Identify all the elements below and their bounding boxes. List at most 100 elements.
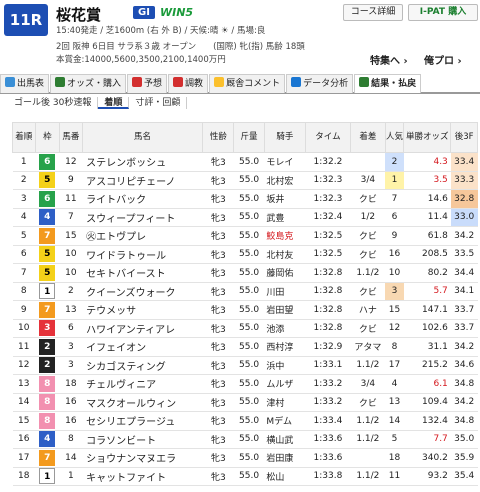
jockey-link[interactable]: 川田: [264, 282, 306, 301]
table-row[interactable]: 13 8 18 チェルヴィニア 牝3 55.0 ムルザ 1:33.2 3/4 4 6.1 34.8: [12, 374, 478, 394]
odds-cell: 102.6: [403, 319, 451, 338]
table-row[interactable]: 1 6 12 ステレンボッシュ 牝3 55.0 モレイ 1:32.2 2 4.3 33.4: [12, 152, 478, 172]
jockey-link[interactable]: 岩田望: [264, 300, 306, 320]
horse-name-link[interactable]: コラソンビート: [82, 430, 203, 449]
tab-prediction[interactable]: 予想: [127, 74, 168, 93]
horse-name-link[interactable]: ショウナンマヌエラ: [82, 448, 203, 468]
jockey-link[interactable]: Mデム: [264, 411, 306, 431]
weight-cell: 55.0: [233, 189, 265, 209]
table-row[interactable]: 7 5 10 セキトバイースト 牝3 55.0 藤岡佑 1:32.8 1.1/2 10 80.2 34…: [12, 263, 478, 283]
jockey-link[interactable]: 武豊: [264, 208, 306, 227]
table-row[interactable]: 11 2 3 イフェイオン 牝3 55.0 西村淳 1:32.9 アタマ 8 31.1 34.2: [12, 337, 478, 357]
time-cell: 1:33.1: [305, 356, 351, 375]
sex-age-cell: 牝3: [202, 171, 234, 190]
jockey-link[interactable]: 津村: [264, 393, 306, 412]
jockey-link[interactable]: ムルザ: [264, 374, 306, 394]
sex-age-cell: 牝3: [202, 208, 234, 227]
table-row[interactable]: 5 7 15 ㊋エトヴプレ 牝3 55.0 鮫島克 1:32.5 クビ 9 61.8 34.2: [12, 226, 478, 246]
horse-name-link[interactable]: シカゴスティング: [82, 356, 203, 375]
popularity-cell: 9: [385, 226, 404, 246]
column-header: 騎手: [263, 122, 306, 153]
jockey-link[interactable]: 藤岡佑: [264, 263, 306, 283]
course-detail-button[interactable]: コース詳細: [343, 4, 403, 21]
weight-cell: 55.0: [233, 356, 265, 375]
horse-name-link[interactable]: マスクオールウィン: [82, 393, 203, 412]
horse-name-link[interactable]: キャットファイト: [82, 467, 203, 486]
jockey-link[interactable]: 岩田康: [264, 448, 306, 468]
jockey-link[interactable]: 松山: [264, 467, 306, 486]
my-pro-link[interactable]: 俺プロ ›: [424, 52, 462, 67]
horse-name-link[interactable]: ワイドラトゥール: [82, 245, 203, 264]
table-row[interactable]: 10 3 6 ハワイアンティアレ 牝3 55.0 池添 1:32.8 クビ 12 102.6 33.7: [12, 319, 478, 338]
jockey-link[interactable]: 池添: [264, 319, 306, 338]
tab-result[interactable]: 結果・払戻: [354, 74, 422, 93]
odds-cell: 6.1: [403, 374, 451, 394]
horse-name-link[interactable]: チェルヴィニア: [82, 374, 203, 394]
table-row[interactable]: 8 1 2 クイーンズウォーク 牝3 55.0 川田 1:32.8 クビ 3 5.7 34.1: [12, 282, 478, 301]
ipat-purchase-button[interactable]: I-PAT 購入: [408, 4, 478, 21]
jockey-link[interactable]: モレイ: [264, 152, 306, 172]
sex-age-cell: 牝3: [202, 337, 234, 357]
last3f-cell: 34.6: [450, 356, 478, 375]
horse-name-link[interactable]: ハワイアンティアレ: [82, 319, 203, 338]
waku-badge: 5: [39, 172, 56, 189]
tab-label: オッズ・購入: [67, 79, 122, 89]
jockey-link[interactable]: 鮫島克: [264, 226, 306, 246]
table-row[interactable]: 18 1 1 キャットファイト 牝3 55.0 松山 1:33.8 1.1/2 11 93.2 35.…: [12, 467, 478, 486]
subtab-2[interactable]: 寸評・回顧: [129, 97, 188, 109]
table-row[interactable]: 9 7 13 テウメッサ 牝3 55.0 岩田望 1:32.8 ハナ 15 147.1 33.7: [12, 300, 478, 320]
horse-name-link[interactable]: セシリエプラージュ: [82, 411, 203, 431]
subtab-1[interactable]: 着順: [98, 97, 130, 109]
horse-name-link[interactable]: ステレンボッシュ: [82, 152, 203, 172]
table-row[interactable]: 14 8 16 マスクオールウィン 牝3 55.0 津村 1:33.2 クビ 13 109.4 34.…: [12, 393, 478, 412]
weight-cell: 55.0: [233, 226, 265, 246]
rank-cell: 9: [12, 300, 36, 320]
rank-cell: 16: [12, 430, 36, 449]
horse-name-link[interactable]: セキトバイースト: [82, 263, 203, 283]
tab-comment[interactable]: 厩舎コメント: [209, 74, 286, 93]
tab-chart[interactable]: データ分析: [286, 74, 354, 93]
jockey-link[interactable]: 北村友: [264, 245, 306, 264]
horse-number-cell: 1: [59, 467, 83, 486]
table-row[interactable]: 15 8 16 セシリエプラージュ 牝3 55.0 Mデム 1:33.4 1.1/2 14 132.…: [12, 411, 478, 431]
time-cell: 1:32.8: [305, 282, 351, 301]
sex-age-cell: 牝3: [202, 319, 234, 338]
column-header: 後3F: [450, 122, 478, 153]
table-row[interactable]: 17 7 14 ショウナンマヌエラ 牝3 55.0 岩田康 1:33.6 18 340.2 35.9: [12, 448, 478, 468]
tab-horse[interactable]: 出馬表: [0, 74, 50, 93]
odds-cell: 132.4: [403, 411, 451, 431]
subtab-0[interactable]: ゴール後 30秒速報: [8, 97, 99, 109]
table-row[interactable]: 2 5 9 アスコリピチェーノ 牝3 55.0 北村宏 1:32.3 3/4 1 3.5 33.3: [12, 171, 478, 190]
table-row[interactable]: 4 4 7 スウィープフィート 牝3 55.0 武豊 1:32.4 1/2 6 11.4 33.0: [12, 208, 478, 227]
horse-name-link[interactable]: テウメッサ: [82, 300, 203, 320]
jockey-link[interactable]: 浜中: [264, 356, 306, 375]
jockey-link[interactable]: 西村淳: [264, 337, 306, 357]
horse-name-link[interactable]: イフェイオン: [82, 337, 203, 357]
horse-number-cell: 15: [59, 226, 83, 246]
horse-name-link[interactable]: アスコリピチェーノ: [82, 171, 203, 190]
time-cell: 1:32.2: [305, 152, 351, 172]
waku-badge: 8: [39, 394, 56, 411]
jockey-link[interactable]: 北村宏: [264, 171, 306, 190]
rank-cell: 12: [12, 356, 36, 375]
popularity-cell: 10: [385, 263, 404, 283]
tab-training[interactable]: 調教: [168, 74, 209, 93]
feature-link[interactable]: 特集へ ›: [370, 52, 408, 67]
jockey-link[interactable]: 坂井: [264, 189, 306, 209]
horse-name-link[interactable]: クイーンズウォーク: [82, 282, 203, 301]
horse-name-link[interactable]: スウィープフィート: [82, 208, 203, 227]
weight-cell: 55.0: [233, 430, 265, 449]
table-row[interactable]: 3 6 11 ライトバック 牝3 55.0 坂井 1:32.3 クビ 7 14.6 32.8: [12, 189, 478, 209]
sex-age-cell: 牝3: [202, 374, 234, 394]
table-row[interactable]: 12 2 3 シカゴスティング 牝3 55.0 浜中 1:33.1 1.1/2 17 215.2 34…: [12, 356, 478, 375]
horse-name-link[interactable]: ライトバック: [82, 189, 203, 209]
table-row[interactable]: 16 4 8 コラソンビート 牝3 55.0 横山武 1:33.6 1.1/2 5 7.7 35.0: [12, 430, 478, 449]
jockey-link[interactable]: 横山武: [264, 430, 306, 449]
last3f-cell: 35.4: [450, 467, 478, 486]
table-row[interactable]: 6 5 10 ワイドラトゥール 牝3 55.0 北村友 1:32.5 クビ 16 208.5 33.5: [12, 245, 478, 264]
popularity-cell: 12: [385, 319, 404, 338]
tab-odds[interactable]: オッズ・購入: [50, 74, 127, 93]
horse-name-link[interactable]: ㊋エトヴプレ: [82, 226, 203, 246]
horse-number-cell: 14: [59, 448, 83, 468]
waku-cell: 5: [35, 263, 60, 283]
